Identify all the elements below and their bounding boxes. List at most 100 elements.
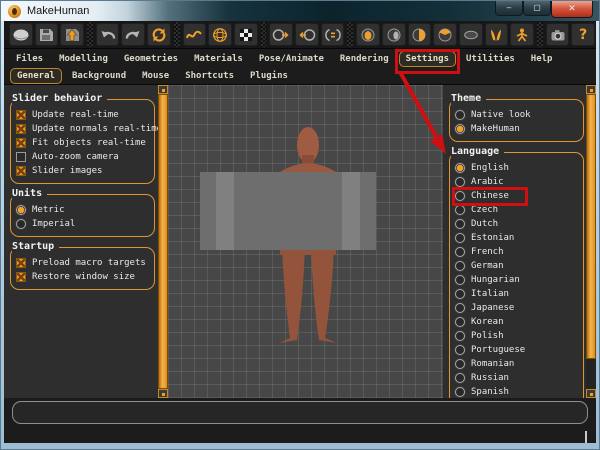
help-icon[interactable]: ?: [571, 23, 595, 46]
radio-icon[interactable]: [455, 387, 465, 397]
radio-language-german[interactable]: German: [455, 259, 580, 273]
checkbox-update-real-time[interactable]: Update real-time: [16, 108, 151, 122]
radio-icon[interactable]: [455, 124, 465, 134]
checkbox-update-normals[interactable]: Update normals real-time: [16, 122, 151, 136]
radio-language-polish[interactable]: Polish: [455, 329, 580, 343]
radio-language-korean[interactable]: Korean: [455, 315, 580, 329]
radio-icon[interactable]: [455, 317, 465, 327]
radio-makehuman-theme[interactable]: MakeHuman: [455, 122, 580, 136]
radio-icon[interactable]: [455, 261, 465, 271]
checkbox-icon[interactable]: [16, 138, 26, 148]
view-top-icon[interactable]: [433, 23, 457, 46]
view-front-icon[interactable]: [356, 23, 380, 46]
save-icon[interactable]: [35, 23, 59, 46]
radio-icon[interactable]: [455, 110, 465, 120]
symmetry-left-icon[interactable]: [295, 23, 319, 46]
grab-canvas-icon[interactable]: [546, 23, 570, 46]
checkbox-icon[interactable]: [16, 124, 26, 134]
view-top-down-icon[interactable]: [459, 23, 483, 46]
checkbox-icon[interactable]: [16, 166, 26, 176]
subtab-shortcuts[interactable]: Shortcuts: [179, 69, 240, 83]
radio-icon[interactable]: [455, 219, 465, 229]
radio-icon[interactable]: [455, 247, 465, 257]
radio-icon[interactable]: [455, 359, 465, 369]
radio-language-portuguese[interactable]: Portuguese: [455, 343, 580, 357]
radio-language-spanish[interactable]: Spanish: [455, 385, 580, 398]
checkbox-preload-macro-targets[interactable]: Preload macro targets: [16, 256, 151, 270]
tab-materials[interactable]: Materials: [188, 52, 249, 66]
tab-utilities[interactable]: Utilities: [460, 52, 521, 66]
right-panel-scrollbar[interactable]: [586, 85, 596, 398]
flip-feet-icon[interactable]: [485, 23, 509, 46]
slider-top-handle[interactable]: [158, 85, 168, 94]
view-three-quarter-icon[interactable]: [408, 23, 432, 46]
reset-icon[interactable]: [147, 23, 171, 46]
scrollbar-track[interactable]: [586, 359, 596, 389]
radio-language-dutch[interactable]: Dutch: [455, 217, 580, 231]
radio-language-czech[interactable]: Czech: [455, 203, 580, 217]
tab-geometries[interactable]: Geometries: [118, 52, 184, 66]
radio-icon[interactable]: [455, 177, 465, 187]
mesh-icon[interactable]: [9, 23, 33, 46]
left-panel-slider[interactable]: [158, 85, 168, 398]
radio-imperial[interactable]: Imperial: [16, 217, 151, 231]
radio-language-chinese[interactable]: Chinese: [455, 189, 580, 203]
pose-figure-icon[interactable]: [510, 23, 534, 46]
symmetry-link-icon[interactable]: [321, 23, 345, 46]
symmetry-right-icon[interactable]: [269, 23, 293, 46]
view-side-icon[interactable]: [382, 23, 406, 46]
radio-language-hungarian[interactable]: Hungarian: [455, 273, 580, 287]
smooth-curve-icon[interactable]: [183, 23, 207, 46]
wireframe-globe-icon[interactable]: [208, 23, 232, 46]
radio-language-french[interactable]: French: [455, 245, 580, 259]
tab-settings[interactable]: Settings: [399, 51, 456, 67]
checkbox-restore-window-size[interactable]: Restore window size: [16, 270, 151, 284]
tab-modelling[interactable]: Modelling: [53, 52, 114, 66]
checkbox-fit-objects[interactable]: Fit objects real-time: [16, 136, 151, 150]
radio-icon[interactable]: [455, 289, 465, 299]
radio-language-japanese[interactable]: Japanese: [455, 301, 580, 315]
scrollbar-bottom-handle[interactable]: [586, 389, 596, 398]
maximize-button[interactable]: ▢: [523, 1, 551, 16]
checkbox-slider-images[interactable]: Slider images: [16, 164, 151, 178]
status-input[interactable]: [12, 401, 588, 424]
checkbox-icon[interactable]: [16, 272, 26, 282]
scrollbar-top-handle[interactable]: [586, 85, 596, 94]
radio-language-arabic[interactable]: Arabic: [455, 175, 580, 189]
minimize-button[interactable]: ‒: [495, 1, 523, 16]
tab-pose-animate[interactable]: Pose/Animate: [253, 52, 330, 66]
checkbox-icon[interactable]: [16, 152, 26, 162]
redo-icon[interactable]: [121, 23, 145, 46]
radio-metric[interactable]: Metric: [16, 203, 151, 217]
radio-icon[interactable]: [455, 331, 465, 341]
radio-icon[interactable]: [16, 205, 26, 215]
tab-files[interactable]: Files: [10, 52, 49, 66]
radio-icon[interactable]: [455, 233, 465, 243]
radio-icon[interactable]: [455, 373, 465, 383]
radio-icon[interactable]: [455, 275, 465, 285]
checkbox-auto-zoom-camera[interactable]: Auto-zoom camera: [16, 150, 151, 164]
load-icon[interactable]: [60, 23, 84, 46]
radio-language-italian[interactable]: Italian: [455, 287, 580, 301]
undo-icon[interactable]: [96, 23, 120, 46]
slider-bottom-handle[interactable]: [158, 389, 168, 398]
radio-icon[interactable]: [455, 345, 465, 355]
radio-native-look[interactable]: Native look: [455, 108, 580, 122]
subtab-general[interactable]: General: [10, 68, 62, 84]
subtab-background[interactable]: Background: [66, 69, 132, 83]
slider-thumb[interactable]: [158, 94, 168, 389]
radio-language-russian[interactable]: Russian: [455, 371, 580, 385]
radio-language-english[interactable]: English: [455, 161, 580, 175]
radio-icon[interactable]: [455, 163, 465, 173]
checkbox-icon[interactable]: [16, 110, 26, 120]
3d-viewport[interactable]: [168, 85, 443, 398]
close-button[interactable]: ✕: [551, 1, 593, 18]
radio-icon[interactable]: [455, 191, 465, 201]
radio-language-romanian[interactable]: Romanian: [455, 357, 580, 371]
checkbox-icon[interactable]: [16, 258, 26, 268]
tab-rendering[interactable]: Rendering: [334, 52, 395, 66]
radio-icon[interactable]: [455, 303, 465, 313]
radio-language-estonian[interactable]: Estonian: [455, 231, 580, 245]
tab-help[interactable]: Help: [525, 52, 559, 66]
scrollbar-thumb[interactable]: [586, 94, 596, 359]
